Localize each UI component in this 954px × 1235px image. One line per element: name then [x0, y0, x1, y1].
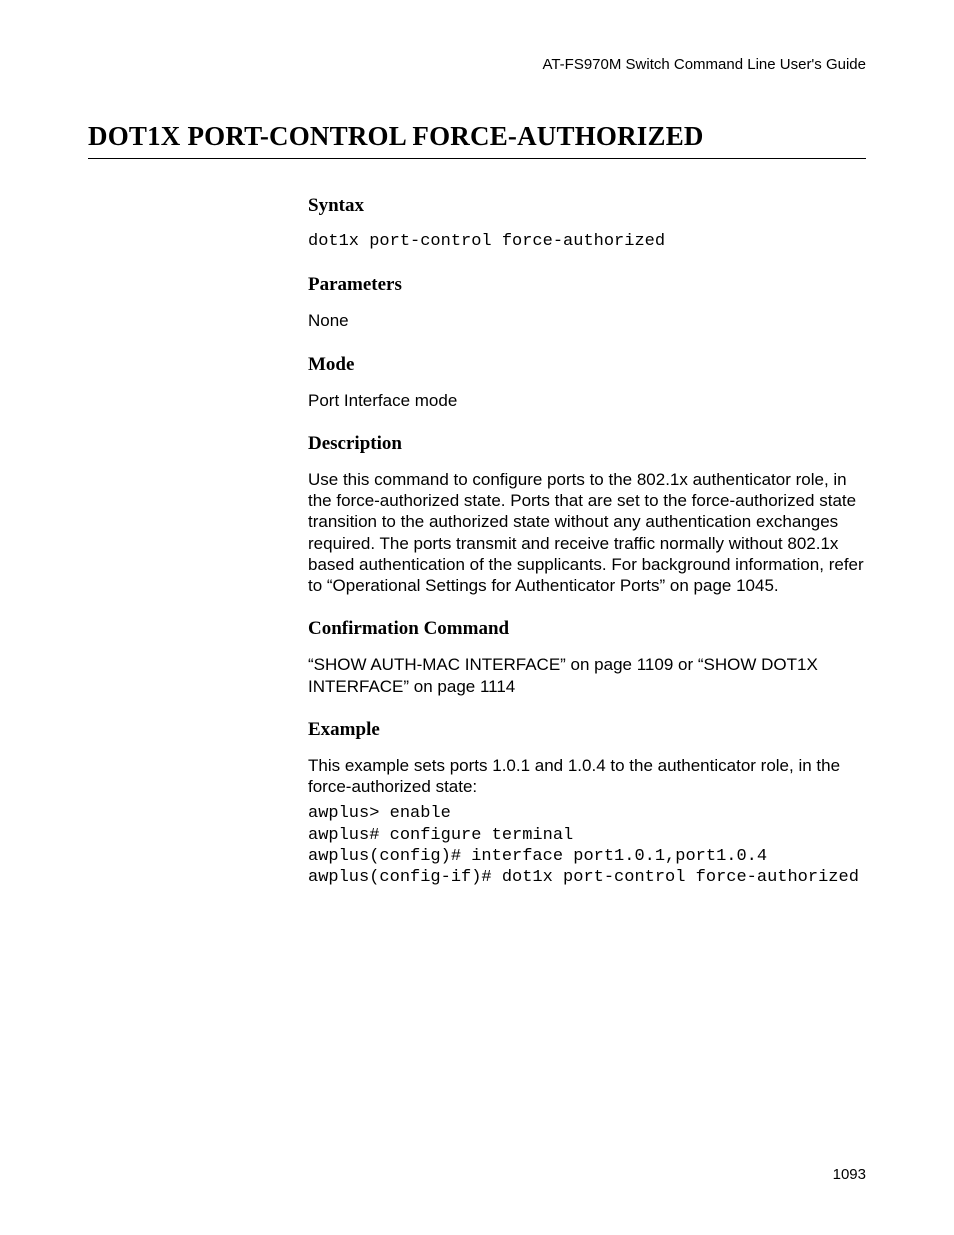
page-number: 1093: [833, 1166, 866, 1183]
content-block: Syntax dot1x port-control force-authoriz…: [308, 195, 866, 888]
heading-example: Example: [308, 719, 866, 741]
heading-description: Description: [308, 433, 866, 455]
heading-parameters: Parameters: [308, 274, 866, 296]
description-text: Use this command to configure ports to t…: [308, 469, 866, 597]
parameters-text: None: [308, 310, 866, 331]
mode-text: Port Interface mode: [308, 390, 866, 411]
heading-mode: Mode: [308, 354, 866, 376]
title-rule: [88, 158, 866, 159]
command-title: DOT1X PORT-CONTROL FORCE-AUTHORIZED: [88, 121, 866, 152]
running-header: AT-FS970M Switch Command Line User's Gui…: [88, 56, 866, 73]
syntax-code: dot1x port-control force-authorized: [308, 231, 866, 252]
page-container: AT-FS970M Switch Command Line User's Gui…: [0, 0, 954, 1235]
heading-confirmation: Confirmation Command: [308, 618, 866, 640]
confirmation-text: “SHOW AUTH-MAC INTERFACE” on page 1109 o…: [308, 654, 866, 697]
example-code: awplus> enable awplus# configure termina…: [308, 803, 866, 888]
example-intro: This example sets ports 1.0.1 and 1.0.4 …: [308, 755, 866, 798]
heading-syntax: Syntax: [308, 195, 866, 217]
